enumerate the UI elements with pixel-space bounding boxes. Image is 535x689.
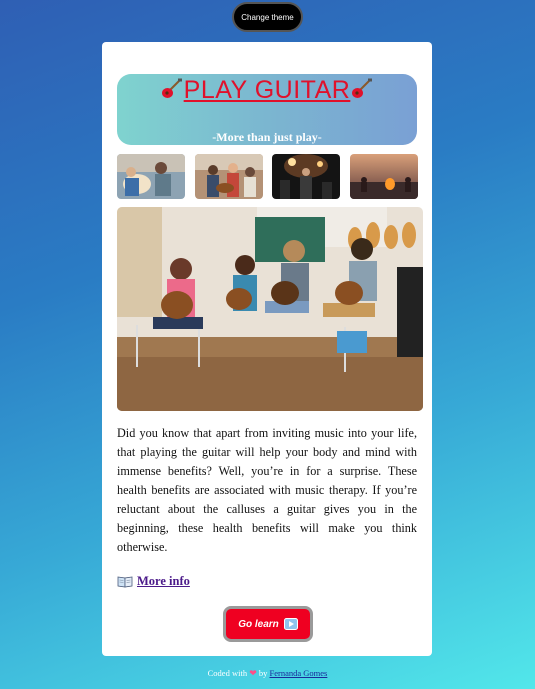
more-info-link[interactable]: More info xyxy=(137,574,190,589)
go-learn-label: Go learn xyxy=(238,618,279,630)
author-link[interactable]: Fernanda Gomes xyxy=(270,668,328,678)
banner-title-text: PLAY GUITAR xyxy=(183,76,351,104)
go-learn-button[interactable]: Go learn xyxy=(223,606,313,642)
thumbnail-gallery xyxy=(117,154,418,199)
guitar-icon xyxy=(352,78,373,98)
article-text: Did you know that apart from inviting mu… xyxy=(117,426,417,554)
page-title: PLAY GUITAR xyxy=(117,76,417,105)
thumbnail-campfire[interactable] xyxy=(350,154,418,199)
banner-subtitle: -More than just play- xyxy=(212,130,322,144)
thumbnail-friends-guitar[interactable] xyxy=(195,154,263,199)
book-icon xyxy=(117,576,133,588)
guitar-class-photo xyxy=(117,207,423,411)
change-theme-button[interactable]: Change theme xyxy=(232,2,303,32)
thumbnail-guitar-lesson[interactable] xyxy=(117,154,185,199)
more-info-link-row: More info xyxy=(117,574,190,589)
title-banner: PLAY GUITAR -More than just play- xyxy=(117,74,417,145)
footer-prefix: Coded with xyxy=(207,668,248,678)
heart-icon: ❤ xyxy=(249,668,257,678)
footer-by: by xyxy=(258,668,268,678)
play-icon xyxy=(283,618,298,630)
thumbnail-concert[interactable] xyxy=(272,154,340,199)
guitar-icon xyxy=(161,78,182,98)
content-card: PLAY GUITAR -More than just play- Did yo… xyxy=(102,42,432,656)
footer: Coded with ❤ by Fernanda Gomes xyxy=(0,668,535,679)
